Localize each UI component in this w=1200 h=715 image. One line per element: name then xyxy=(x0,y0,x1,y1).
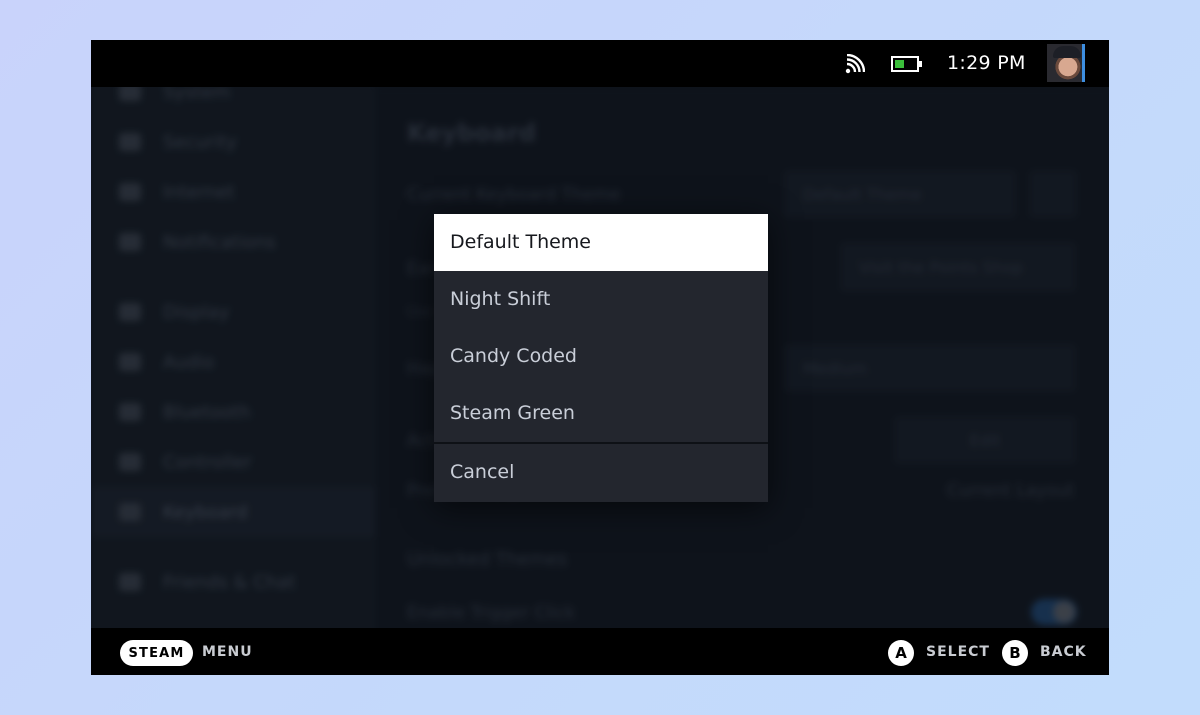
battery-icon xyxy=(891,56,922,72)
select-hint-label: SELECT xyxy=(926,644,990,660)
sidebar-item-bluetooth[interactable]: Bluetooth xyxy=(91,387,375,437)
sidebar-item-display[interactable]: Display xyxy=(91,287,375,337)
unlocked-themes-heading: Unlocked Themes xyxy=(407,549,567,570)
lock-icon xyxy=(119,133,141,151)
menu-option-default-theme[interactable]: Default Theme xyxy=(434,214,768,271)
sidebar-item-keyboard[interactable]: Keyboard xyxy=(91,487,375,537)
bluetooth-icon xyxy=(119,403,141,421)
controller-hint-bar: STEAM MENU A SELECT B BACK xyxy=(91,628,1109,675)
sidebar-item-notifications[interactable]: Notifications xyxy=(91,217,375,267)
bell-icon xyxy=(119,233,141,251)
steam-deck-screen: 1:29 PM System Security Internet Notific… xyxy=(91,40,1109,675)
sidebar-item-audio[interactable]: Audio xyxy=(91,337,375,387)
display-icon xyxy=(119,303,141,321)
b-button-icon[interactable]: B xyxy=(1002,640,1028,666)
haptic-select[interactable]: Medium xyxy=(785,345,1075,391)
wifi-icon xyxy=(119,183,141,201)
trigger-click-toggle[interactable] xyxy=(1031,599,1077,625)
current-theme-select[interactable]: Default Theme xyxy=(785,171,1015,217)
controller-icon xyxy=(119,453,141,471)
steam-button[interactable]: STEAM xyxy=(120,640,193,666)
settings-sidebar: System Security Internet Notifications D… xyxy=(91,67,375,667)
current-theme-label: Current Keyboard Theme xyxy=(407,185,621,205)
a-button-icon[interactable]: A xyxy=(888,640,914,666)
friends-icon xyxy=(119,573,141,591)
keyboard-icon xyxy=(119,503,141,521)
menu-cancel-button[interactable]: Cancel xyxy=(434,444,768,501)
theme-preview-button[interactable] xyxy=(1030,171,1076,217)
menu-option-steam-green[interactable]: Steam Green xyxy=(434,385,768,442)
status-bar: 1:29 PM xyxy=(91,40,1109,87)
wifi-icon xyxy=(845,54,865,74)
menu-option-night-shift[interactable]: Night Shift xyxy=(434,271,768,328)
back-hint-label: BACK xyxy=(1040,644,1087,660)
speaker-icon xyxy=(119,353,141,371)
preferred-layout-value[interactable]: Current Layout xyxy=(947,481,1074,501)
sidebar-item-friends-chat[interactable]: Friends & Chat xyxy=(91,557,375,607)
menu-hint-label: MENU xyxy=(202,644,253,660)
sidebar-item-security[interactable]: Security xyxy=(91,117,375,167)
edit-layouts-button[interactable]: Edit xyxy=(895,417,1075,463)
user-avatar[interactable] xyxy=(1047,44,1085,82)
points-shop-button[interactable]: Visit the Points Shop xyxy=(841,243,1075,291)
page-title: Keyboard xyxy=(407,119,536,147)
sidebar-item-controller[interactable]: Controller xyxy=(91,437,375,487)
theme-dropdown-menu: Default Theme Night Shift Candy Coded St… xyxy=(434,214,768,502)
menu-option-candy-coded[interactable]: Candy Coded xyxy=(434,328,768,385)
clock: 1:29 PM xyxy=(947,52,1026,74)
trigger-click-label: Enable Trigger Click xyxy=(407,603,575,623)
sidebar-item-internet[interactable]: Internet xyxy=(91,167,375,217)
